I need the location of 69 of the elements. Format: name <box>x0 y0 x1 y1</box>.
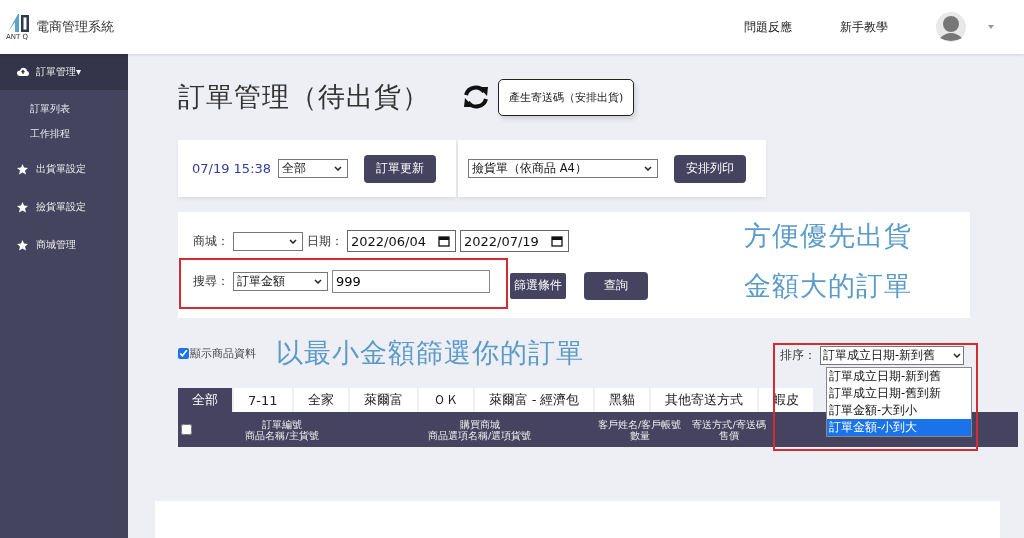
column-header: 售價 <box>719 429 739 441</box>
store-select[interactable] <box>233 231 303 251</box>
shipping-tab[interactable]: 黑貓 <box>595 388 650 412</box>
timestamp: 07/19 15:38 <box>192 161 272 176</box>
caret-icon <box>334 166 343 171</box>
sort-select[interactable]: 訂單成立日期-新到舊 <box>820 346 964 365</box>
column-header: 商品名稱/主貨號 <box>245 429 319 441</box>
print-type-select[interactable]: 撿貨單（依商品 A4） <box>468 159 658 178</box>
sort-option[interactable]: 訂單成立日期-新到舊 <box>827 368 971 385</box>
header-link[interactable]: 新手教學 <box>840 19 888 35</box>
column-header: 寄送方式/寄送碼 <box>692 418 766 430</box>
sort-option[interactable]: 訂單金額-小到大 <box>827 419 971 436</box>
annotation-text: 以最小金額篩選你的訂單 <box>276 336 584 370</box>
column-header: 訂單編號 <box>262 418 302 430</box>
field-label: 排序： <box>780 348 816 363</box>
shipping-tab[interactable]: ＯＫ <box>418 388 473 412</box>
filter-conditions-button[interactable]: 篩選條件 <box>510 272 566 299</box>
print-button[interactable]: 安排列印 <box>674 154 746 183</box>
update-orders-button[interactable]: 訂單更新 <box>364 154 437 183</box>
sidebar-subitem[interactable]: 工作排程 <box>0 121 128 146</box>
search-field-select[interactable]: 訂單金額 <box>233 272 328 291</box>
sidebar-item[interactable]: 商城管理 <box>0 226 128 264</box>
generate-code-button[interactable]: 產生寄送碼（安排出貨) <box>498 78 635 116</box>
dropdown-caret-icon <box>988 25 994 29</box>
query-button[interactable]: 查詢 <box>584 271 648 300</box>
end-date-field[interactable]: 2022/07/19 <box>459 230 569 252</box>
caret-icon <box>314 279 322 284</box>
field-label: 商城： <box>193 233 229 249</box>
shipping-tab[interactable]: 7-11 <box>234 388 292 412</box>
caret-icon <box>289 238 297 244</box>
refresh-icon[interactable] <box>462 84 490 110</box>
shipping-tab[interactable]: 全家 <box>293 388 348 412</box>
page-title: 訂單管理（待出貨） <box>178 80 430 114</box>
shipping-tab[interactable]: 萊爾富 <box>349 388 417 412</box>
search-input[interactable]: 999 <box>332 270 490 293</box>
column-header: 商品選項名稱/選項貨號 <box>427 429 532 441</box>
star-icon <box>17 163 29 175</box>
caret-icon <box>644 166 652 171</box>
calendar-icon <box>550 235 563 247</box>
status-select[interactable]: 全部 <box>278 159 349 178</box>
sort-option[interactable]: 訂單金額-大到小 <box>827 402 971 419</box>
avatar-icon[interactable] <box>936 12 966 42</box>
checkbox-label: 顯示商品資料 <box>190 345 256 361</box>
logo-icon <box>6 13 30 33</box>
app-title: 電商管理系統 <box>36 18 114 36</box>
sort-option[interactable]: 訂單成立日期-舊到新 <box>827 385 971 402</box>
sidebar-item[interactable]: 撿貨單設定 <box>0 188 128 226</box>
shipping-tab[interactable]: 其他寄送方式 <box>651 388 758 412</box>
shipping-tab[interactable]: 萊爾富 - 經濟包 <box>474 388 594 412</box>
cloud-upload-icon <box>17 66 29 78</box>
column-header: 購買商城 <box>459 418 500 430</box>
annotation-text: 方便優先出貨 <box>744 219 912 253</box>
column-header: 數量 <box>629 429 650 441</box>
column-header: 客戶姓名/客戶帳號 <box>597 418 682 430</box>
caret-icon <box>953 353 961 358</box>
start-date-field[interactable]: 2022/06/04 <box>347 230 456 252</box>
select-all-checkbox[interactable] <box>181 424 192 435</box>
sidebar-subitem[interactable]: 訂單列表 <box>0 96 128 121</box>
star-icon <box>17 201 29 213</box>
header-link[interactable]: 問題反應 <box>744 19 792 35</box>
field-label: 搜尋： <box>193 274 229 289</box>
sidebar-item[interactable]: 訂單管理▾ <box>0 54 128 90</box>
show-products-checkbox[interactable] <box>178 347 189 359</box>
shipping-tab[interactable]: 全部 <box>178 388 232 412</box>
calendar-icon <box>437 235 450 247</box>
sidebar-item[interactable]: 出貨單設定 <box>0 150 128 188</box>
star-icon <box>17 239 29 251</box>
annotation-text: 金額大的訂單 <box>744 269 912 303</box>
field-label: 日期： <box>307 233 343 249</box>
